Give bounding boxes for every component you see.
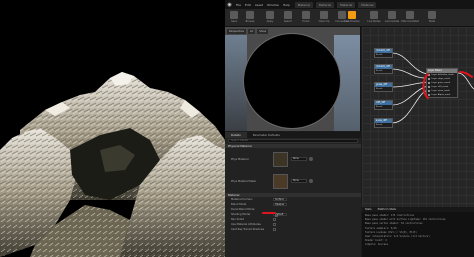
blend-mode-select[interactable]: Opaque xyxy=(273,202,287,207)
hide-icon xyxy=(406,11,414,19)
details-tabs: Details Parameter Defaults xyxy=(225,132,361,138)
terrain-viewport[interactable] xyxy=(0,0,225,257)
search-icon xyxy=(284,11,292,19)
home-button[interactable]: Home xyxy=(299,11,313,24)
phys-material-thumbnail[interactable] xyxy=(273,151,288,167)
menu-file[interactable]: File xyxy=(236,3,241,7)
cast-ray-traced-row: Cast Ray Traced Shadows xyxy=(225,227,361,232)
phys-material-mask-thumbnail[interactable] xyxy=(273,173,288,189)
cast-ray-traced-checkbox[interactable] xyxy=(273,228,276,231)
phys-material-mask-row: Phys Material Mask None xyxy=(225,170,361,192)
stats-icon xyxy=(428,11,436,19)
home-icon xyxy=(302,11,310,19)
document-tab[interactable]: Material xyxy=(358,1,377,8)
browse-icon[interactable] xyxy=(309,179,313,183)
perspective-button[interactable]: Perspective xyxy=(227,29,247,34)
search-button[interactable]: Search xyxy=(281,11,295,24)
document-tab[interactable]: Material xyxy=(315,1,335,8)
details-panel: Details Parameter Defaults Search Detail… xyxy=(225,132,361,257)
live-nodes-icon xyxy=(370,11,378,19)
details-search-input[interactable]: Search Details xyxy=(228,139,358,143)
menu-window[interactable]: Window xyxy=(267,3,279,7)
tab-parameter-defaults[interactable]: Parameter Defaults xyxy=(247,132,286,138)
apply-button[interactable]: Apply xyxy=(263,11,277,24)
menu-bar: ◉ File Edit Asset Window Help Material M… xyxy=(225,0,474,9)
phys-material-dropdown[interactable]: None xyxy=(291,157,307,161)
phys-material-mask-dropdown[interactable]: None xyxy=(291,179,307,183)
live-preview-icon xyxy=(348,11,356,19)
log-line: Compile: Success xyxy=(365,243,389,247)
show-button[interactable]: Show xyxy=(257,29,269,34)
stats-output-log: Base pass shader: 176 instructions Base … xyxy=(362,212,474,257)
preview-sphere xyxy=(243,33,341,129)
two-sided-checkbox[interactable] xyxy=(273,218,276,221)
viewport-options: Perspective Lit Show xyxy=(227,29,269,34)
material-domain-select[interactable]: Surface xyxy=(273,197,287,202)
unreal-logo-icon[interactable]: ◉ xyxy=(225,0,234,9)
blend-mode-label: Blend Mode xyxy=(231,203,247,206)
terrain-render xyxy=(0,0,225,257)
phys-material-row: Phys Material None xyxy=(225,148,361,170)
browse-button[interactable]: Browse xyxy=(243,11,257,24)
lit-button[interactable]: Lit xyxy=(248,29,256,34)
clean-up-button[interactable]: Clean Up xyxy=(317,11,331,24)
phys-material-mask-label: Phys Material Mask xyxy=(231,179,256,183)
menu-edit[interactable]: Edit xyxy=(245,3,251,7)
menu-asset[interactable]: Asset xyxy=(255,3,263,7)
use-material-attributes-checkbox[interactable] xyxy=(273,223,276,226)
check-icon xyxy=(266,11,274,19)
phys-material-label: Phys Material xyxy=(231,157,249,161)
live-preview-button[interactable]: Live Preview xyxy=(345,11,359,24)
use-material-attributes-label: Use Material Attributes xyxy=(231,223,261,226)
decal-blend-label: Decal Blend Mode xyxy=(231,208,255,211)
document-tab[interactable]: Material xyxy=(294,1,313,8)
live-nodes-button[interactable]: Live Nodes xyxy=(367,11,381,24)
stats-button[interactable]: Stats xyxy=(425,11,439,24)
tab-details[interactable]: Details xyxy=(225,132,247,138)
live-update-button[interactable]: Live Update xyxy=(385,11,399,24)
material-editor: ◉ File Edit Asset Window Help Material M… xyxy=(225,0,474,257)
two-sided-label: Two Sided xyxy=(231,218,244,221)
hide-unrelated-button[interactable]: Hide Unrelated xyxy=(401,11,419,24)
save-button[interactable]: Save xyxy=(227,11,241,24)
material-domain-label: Material Domain xyxy=(231,198,253,201)
broom-icon xyxy=(320,11,328,19)
browse-icon[interactable] xyxy=(309,157,313,161)
toolbar: Save Browse Apply Search Home Clean Up C… xyxy=(225,9,474,27)
material-preview-viewport[interactable]: Perspective Lit Show xyxy=(225,27,361,131)
cast-ray-traced-label: Cast Ray Traced Shadows xyxy=(231,228,265,231)
live-update-icon xyxy=(388,11,396,19)
save-icon xyxy=(230,11,238,19)
material-graph[interactable]: rocks01_diff Result rocks01_diff Result … xyxy=(362,27,474,207)
annotation-red-underline xyxy=(262,212,276,214)
annotation-red-bracket xyxy=(422,71,473,99)
document-tab[interactable]: Material xyxy=(337,1,356,8)
menu-help[interactable]: Help xyxy=(283,3,290,7)
folder-icon xyxy=(246,11,254,19)
